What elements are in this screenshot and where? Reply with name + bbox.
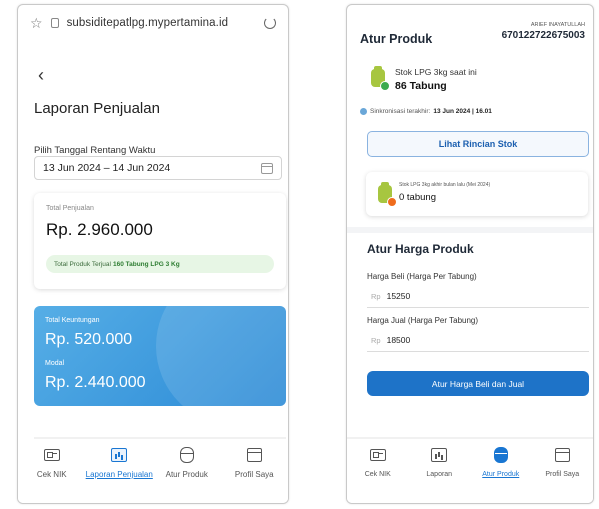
chevron-left-icon[interactable]: ‹ [38,65,44,86]
cloud-sync-icon [360,108,367,115]
nav-label: Laporan Penjualan [85,470,153,479]
calendar-icon[interactable] [261,162,273,174]
currency-prefix: Rp [371,335,381,345]
gas-tank-icon [493,447,508,463]
input-underline [367,351,589,352]
bookmark-star-icon[interactable]: ☆ [30,15,43,32]
total-sales-card: Total Penjualan Rp. 2.960.000 Total Prod… [34,193,286,289]
input-underline [367,307,589,308]
lpg-cylinder-icon [371,66,390,91]
nav-label: Cek NIK [364,471,391,478]
last-sync-value: 13 Jun 2024 | 16.01 [433,108,492,115]
section-divider [347,227,593,233]
set-prices-button[interactable]: Atur Harga Beli dan Jual [367,371,589,396]
profit-card: Total Keuntungan Rp. 520.000 Modal Rp. 2… [34,306,286,406]
products-sold-value: 160 Tabung LPG 3 Kg [112,260,180,268]
url-text[interactable]: subsiditepatlpg.mypertamina.id [67,17,256,29]
nav-label: Atur Produk [165,470,208,479]
products-sold-badge: Total Produk Terjual 160 Tabung LPG 3 Kg [46,255,274,273]
sales-report-screen: ☆ subsiditepatlpg.mypertamina.id ‹ Lapor… [17,4,289,504]
check-badge-icon [380,81,390,91]
nav-profil-saya[interactable]: Profil Saya [221,439,289,503]
sell-price-input[interactable]: Rp 18500 [367,330,589,350]
nav-atur-produk[interactable]: Atur Produk [153,439,221,503]
nav-laporan-penjualan[interactable]: Laporan Penjualan [86,439,154,503]
nav-cek-nik[interactable]: Cek NIK [347,439,409,503]
bottom-navigation: Cek NIK Laporan Atur Produk Profil Saya [347,439,593,503]
nav-laporan[interactable]: Laporan [409,439,471,503]
reload-icon[interactable] [264,17,276,29]
buy-price-label: Harga Beli (Harga Per Tabung) [367,272,477,281]
total-sales-label: Total Penjualan [46,205,94,212]
bottom-navigation: Cek NIK Laporan Penjualan Atur Produk Pr… [18,439,288,503]
lock-icon [50,18,59,28]
warning-badge-icon [387,197,397,207]
user-id: 670122722675003 [501,30,585,41]
chart-icon [111,448,128,462]
last-sync: Sinkronisasi terakhir: 13 Jun 2024 | 16.… [360,108,492,115]
current-stock-label: Stok LPG 3kg saat ini [395,67,477,77]
view-stock-details-button[interactable]: Lihat Rincian Stok [367,131,589,157]
buy-price-value: 15250 [386,291,411,301]
current-stock-value: 86 Tabung [395,80,447,92]
price-section-title: Atur Harga Produk [367,242,474,256]
page-title: Atur Produk [360,32,433,46]
nav-atur-produk[interactable]: Atur Produk [470,439,532,503]
nav-cek-nik[interactable]: Cek NIK [18,439,86,503]
id-card-icon [369,449,386,461]
nav-label: Cek NIK [36,470,67,479]
date-range-label: Pilih Tanggal Rentang Waktu [34,145,156,156]
date-range-value: 13 Jun 2024 – 14 Jun 2024 [43,162,171,174]
capital-amount: Rp. 2.440.000 [45,374,146,391]
gas-tank-icon [179,447,194,463]
total-sales-amount: Rp. 2.960.000 [46,220,153,239]
nav-label: Profil Saya [545,471,580,478]
date-range-picker[interactable]: 13 Jun 2024 – 14 Jun 2024 [34,156,282,180]
chart-icon [431,448,448,462]
last-month-stock-label: Stok LPG 3kg akhir bulan lalu (Mei 2024) [399,182,491,188]
lpg-cylinder-icon [378,182,397,207]
capital-label: Modal [45,360,65,367]
manage-product-screen: Atur Produk ARIEF INAYATULLAH 6701227226… [346,4,594,504]
id-card-icon [43,449,60,461]
page-title: Laporan Penjualan [34,100,160,117]
nav-label: Profil Saya [234,470,274,479]
last-month-stock-value: 0 tabung [399,192,436,203]
total-profit-label: Total Keuntungan [45,317,100,324]
total-profit-amount: Rp. 520.000 [45,331,133,348]
current-stock: Stok LPG 3kg saat ini 86 Tabung [371,66,477,92]
sell-price-label: Harga Jual (Harga Per Tabung) [367,316,479,325]
browser-url-bar[interactable]: ☆ subsiditepatlpg.mypertamina.id [18,5,288,41]
user-info: ARIEF INAYATULLAH 670122722675003 [502,22,585,41]
nav-profil-saya[interactable]: Profil Saya [532,439,594,503]
currency-prefix: Rp [371,291,381,301]
store-icon [246,448,262,462]
sell-price-value: 18500 [386,335,411,345]
user-name: ARIEF INAYATULLAH [530,22,585,28]
buy-price-input[interactable]: Rp 15250 [367,286,589,306]
last-month-stock-card: Stok LPG 3kg akhir bulan lalu (Mei 2024)… [366,172,588,216]
last-sync-label: Sinkronisasi terakhir: [370,108,431,115]
store-icon [554,448,570,462]
nav-label: Atur Produk [482,471,520,478]
nav-label: Laporan [426,471,453,478]
products-sold-label: Total Produk Terjual [54,260,111,268]
